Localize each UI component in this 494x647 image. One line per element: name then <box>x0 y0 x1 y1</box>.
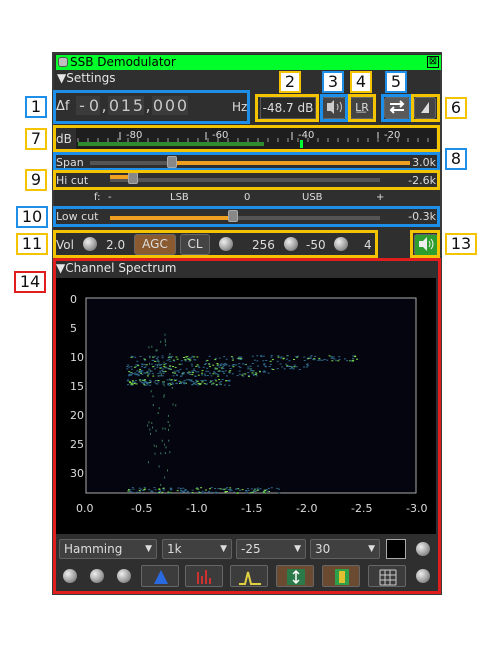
settings-header-label: Settings <box>66 71 116 85</box>
sideband-f-label: f: <box>94 192 101 203</box>
callout-box-14 <box>53 258 441 594</box>
settings-header[interactable]: ▼Settings <box>57 71 115 85</box>
callout-label-9: 9 <box>25 169 47 191</box>
close-icon[interactable]: ⊠ <box>427 56 439 68</box>
callout-label-7: 7 <box>25 128 47 150</box>
title-bar[interactable]: SSB Demodulator ⊠ <box>56 55 441 70</box>
window-menu-icon[interactable] <box>58 57 68 67</box>
callout-label-3: 3 <box>322 71 344 93</box>
callout-box-9 <box>53 170 440 190</box>
callout-box-11 <box>53 230 378 258</box>
callout-box-8 <box>53 152 440 171</box>
sideband-zero-label: 0 <box>244 192 251 203</box>
collapse-triangle-icon: ▼ <box>57 71 67 85</box>
sideband-lsb-label: LSB <box>170 192 189 203</box>
callout-box-4 <box>348 94 376 122</box>
callout-label-2: 2 <box>279 71 301 93</box>
callout-label-1: 1 <box>25 96 47 118</box>
callout-box-10 <box>53 206 440 227</box>
callout-label-8: 8 <box>445 148 467 170</box>
sideband-minus-label: - <box>108 192 112 203</box>
callout-box-3 <box>320 94 348 122</box>
callout-box-13 <box>410 230 440 258</box>
callout-label-14: 14 <box>14 271 46 293</box>
callout-label-5: 5 <box>385 71 407 93</box>
callout-label-13: 13 <box>445 233 477 255</box>
callout-box-1 <box>53 90 250 124</box>
sideband-usb-label: USB <box>302 192 323 203</box>
callout-box-2 <box>255 94 319 122</box>
callout-box-6 <box>411 94 440 122</box>
callout-box-5 <box>381 94 412 122</box>
sideband-plus-label: + <box>376 192 385 203</box>
callout-label-4: 4 <box>350 71 372 93</box>
window-title: SSB Demodulator <box>70 55 176 69</box>
callout-label-11: 11 <box>16 233 48 255</box>
callout-label-6: 6 <box>445 97 467 119</box>
callout-box-7 <box>53 125 440 152</box>
callout-label-10: 10 <box>16 206 48 228</box>
